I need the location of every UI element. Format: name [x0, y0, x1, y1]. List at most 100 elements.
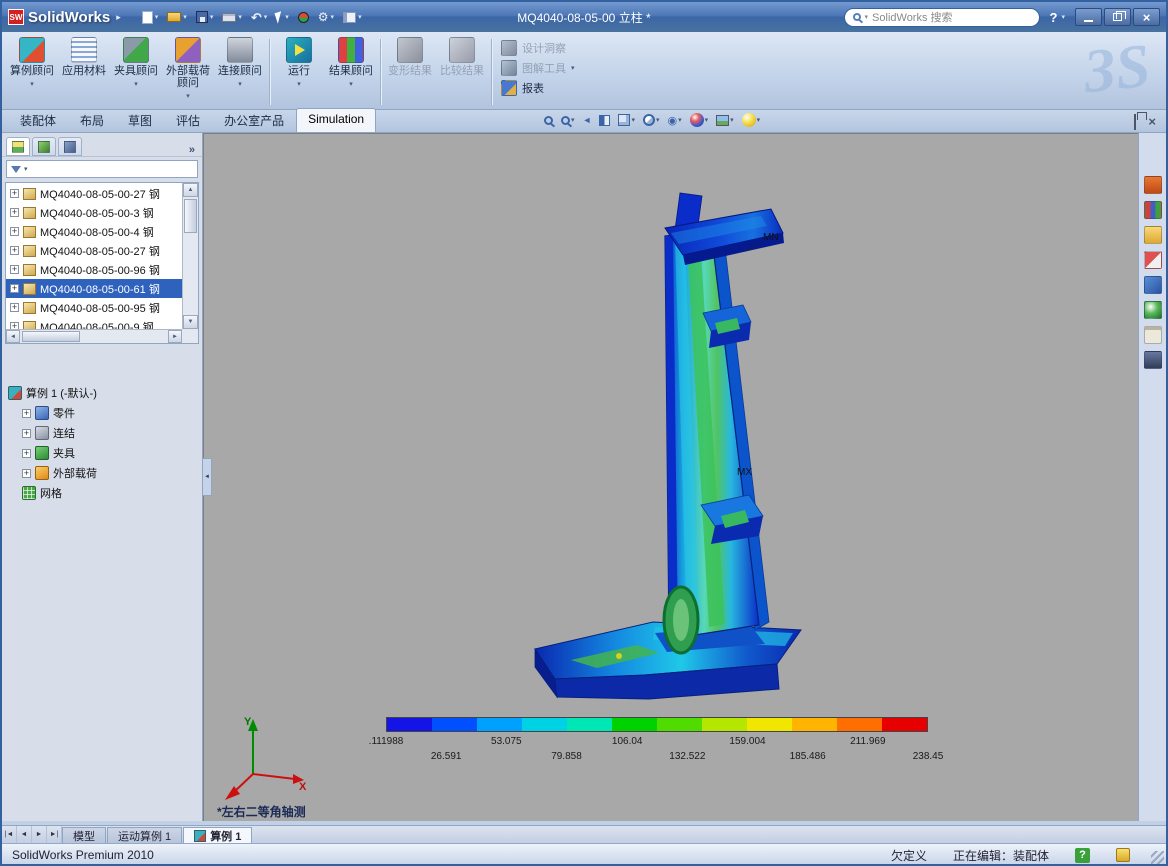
tab-evaluate[interactable]: 评估 — [164, 108, 212, 132]
ribbon-button-apply-material[interactable]: 应用材料 — [58, 35, 110, 109]
scrollbar-thumb[interactable] — [184, 199, 197, 233]
tree-item[interactable]: MQ4040-08-05-00-3 钢 — [6, 203, 182, 222]
tab-simulation-study[interactable]: 算例 1 — [183, 827, 252, 843]
section-view-button[interactable] — [597, 114, 612, 127]
graphics-viewport[interactable]: MN MX Y X .111988 26.591 — [203, 133, 1138, 821]
minimize-button[interactable] — [1075, 8, 1102, 26]
expand-icon[interactable] — [22, 469, 31, 478]
open-button[interactable] — [164, 7, 190, 27]
view-settings-button[interactable] — [740, 112, 763, 128]
view-orientation-button[interactable] — [616, 113, 637, 127]
tab-motion-study[interactable]: 运动算例 1 — [107, 827, 182, 843]
close-button[interactable] — [1133, 8, 1160, 26]
custom-properties-icon[interactable] — [1144, 326, 1162, 344]
restore-button[interactable] — [1104, 8, 1131, 26]
new-document-button[interactable] — [139, 7, 162, 27]
view-palette-icon[interactable] — [1144, 276, 1162, 294]
tab-office-products[interactable]: 办公室产品 — [212, 108, 296, 132]
ribbon-button-results-advisor[interactable]: 结果顾问 — [325, 35, 377, 109]
study-item-connections[interactable]: 连结 — [8, 423, 199, 443]
ribbon-button-fixtures-advisor[interactable]: 夹具顾问 — [110, 35, 162, 109]
tree-item-selected[interactable]: MQ4040-08-05-00-61 钢 — [6, 279, 182, 298]
ribbon-button-report[interactable]: 报表 — [501, 80, 575, 96]
search-scope-caret-icon[interactable] — [865, 13, 869, 21]
solidworks-resources-icon[interactable] — [1144, 176, 1162, 194]
tab-sketch[interactable]: 草图 — [116, 108, 164, 132]
search-results-icon[interactable] — [1144, 251, 1162, 269]
ribbon-button-study-advisor[interactable]: 算例顾问 — [6, 35, 58, 109]
expand-icon[interactable] — [10, 208, 19, 217]
hide-show-items-button[interactable] — [665, 113, 683, 128]
ribbon-button-connections-advisor[interactable]: 连接顾问 — [214, 35, 266, 109]
display-style-button[interactable] — [641, 113, 662, 127]
study-item-external-loads[interactable]: 外部载荷 — [8, 463, 199, 483]
tree-item[interactable]: MQ4040-08-05-00-95 钢 — [6, 298, 182, 317]
tree-item[interactable]: MQ4040-08-05-00-96 钢 — [6, 260, 182, 279]
previous-tab-arrow[interactable] — [17, 826, 32, 843]
scroll-left-arrow[interactable] — [6, 330, 20, 343]
expand-icon[interactable] — [10, 303, 19, 312]
menu-expand-icon[interactable] — [116, 12, 121, 23]
help-button[interactable]: ? — [1050, 10, 1065, 25]
undo-button[interactable] — [248, 7, 270, 27]
horizontal-scrollbar[interactable] — [6, 329, 182, 343]
tab-model[interactable]: 模型 — [62, 827, 106, 843]
select-button[interactable] — [273, 7, 292, 27]
resize-grip[interactable] — [1151, 851, 1164, 864]
study-item-mesh[interactable]: 网格 — [8, 483, 199, 503]
tag-icon[interactable] — [1116, 848, 1130, 862]
tree-item[interactable]: MQ4040-08-05-00-27 钢 — [6, 184, 182, 203]
featuremanager-tab[interactable] — [6, 137, 30, 156]
expand-icon[interactable] — [22, 449, 31, 458]
propertymanager-tab[interactable] — [32, 137, 56, 156]
zoom-area-button[interactable] — [559, 115, 577, 126]
document-recovery-icon[interactable] — [1144, 351, 1162, 369]
expand-icon[interactable] — [10, 322, 19, 329]
legend-bar[interactable] — [386, 717, 928, 732]
ribbon-button-external-loads-advisor[interactable]: 外部载荷顾问 — [162, 35, 214, 109]
ribbon-button-run[interactable]: 运行 — [273, 35, 325, 109]
expand-icon[interactable] — [10, 189, 19, 198]
doc-close-button[interactable] — [1148, 114, 1156, 129]
print-button[interactable] — [219, 7, 245, 27]
study-root-item[interactable]: 算例 1 (-默认-) — [8, 383, 199, 403]
tree-filter-input[interactable] — [6, 160, 198, 178]
edit-appearance-button[interactable] — [688, 112, 711, 128]
save-button[interactable] — [193, 7, 217, 27]
tree-item[interactable]: MQ4040-08-05-00-27 钢 — [6, 241, 182, 260]
doc-restore-button[interactable] — [1134, 115, 1136, 129]
tree-item[interactable]: MQ4040-08-05-00-9 钢 — [6, 317, 182, 329]
tab-assembly[interactable]: 装配体 — [8, 108, 68, 132]
expand-icon[interactable] — [10, 227, 19, 236]
next-tab-arrow[interactable] — [32, 826, 47, 843]
expand-icon[interactable] — [10, 284, 19, 293]
expand-icon[interactable] — [10, 265, 19, 274]
tree-item[interactable]: MQ4040-08-05-00-4 钢 — [6, 222, 182, 241]
panel-overflow-chevrons-icon[interactable] — [186, 144, 198, 156]
tab-simulation[interactable]: Simulation — [296, 108, 376, 132]
configurationmanager-tab[interactable] — [58, 137, 82, 156]
zoom-fit-button[interactable] — [542, 115, 555, 126]
previous-view-button[interactable] — [581, 114, 594, 126]
first-tab-arrow[interactable] — [2, 826, 17, 843]
scroll-up-arrow[interactable] — [183, 183, 198, 197]
options-button[interactable] — [315, 7, 337, 27]
quick-tips-icon[interactable] — [1075, 848, 1090, 863]
expand-icon[interactable] — [10, 246, 19, 255]
expand-icon[interactable] — [22, 409, 31, 418]
search-input[interactable]: SolidWorks 搜索 — [844, 8, 1040, 27]
vertical-scrollbar[interactable] — [182, 183, 198, 329]
file-explorer-icon[interactable] — [1144, 226, 1162, 244]
scroll-down-arrow[interactable] — [183, 315, 198, 329]
study-item-parts[interactable]: 零件 — [8, 403, 199, 423]
panel-collapse-handle[interactable] — [203, 458, 212, 496]
panes-button[interactable] — [340, 7, 365, 27]
last-tab-arrow[interactable] — [47, 826, 62, 843]
appearances-scenes-icon[interactable] — [1144, 301, 1162, 319]
expand-icon[interactable] — [22, 429, 31, 438]
scroll-right-arrow[interactable] — [168, 330, 182, 343]
result-color-legend[interactable]: .111988 26.591 53.075 79.858 106.04 132.… — [386, 717, 928, 766]
scrollbar-thumb[interactable] — [22, 331, 80, 342]
tab-layout[interactable]: 布局 — [68, 108, 116, 132]
apply-scene-button[interactable] — [714, 114, 736, 127]
